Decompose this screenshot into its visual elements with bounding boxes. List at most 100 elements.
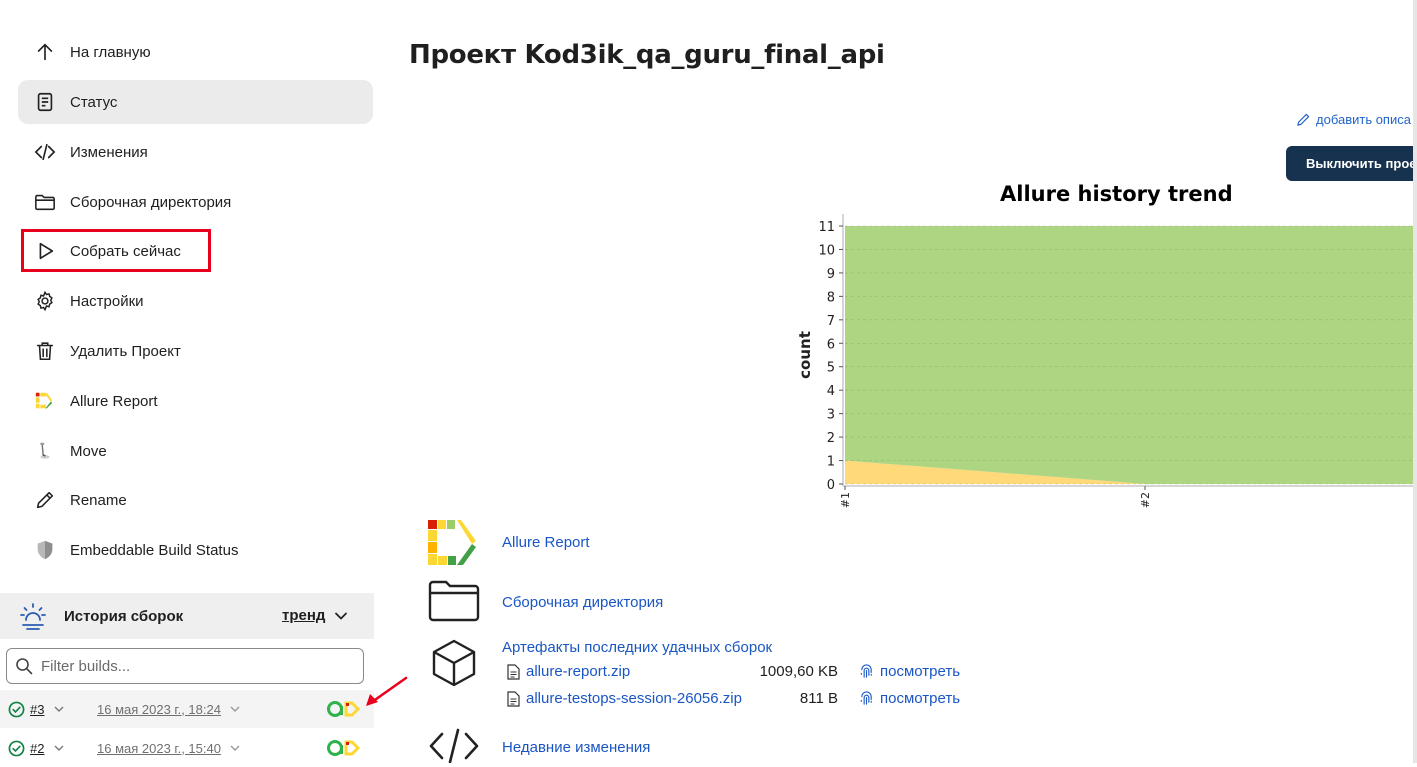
y-tick-label: 10	[818, 243, 835, 258]
trash-icon	[32, 339, 58, 363]
allure-badge-icon[interactable]	[326, 739, 362, 757]
sidebar-item-workspace[interactable]: Сборочная директория	[18, 180, 373, 224]
gear-icon	[32, 289, 58, 313]
artifact-view-label: посмотреть	[880, 690, 961, 707]
sidebar-item-move[interactable]: Move	[18, 429, 373, 473]
artifact-size: 1009,60 KB	[759, 663, 838, 680]
y-tick-label: 8	[827, 290, 835, 305]
y-tick-label: 3	[827, 408, 835, 423]
y-axis-label: count	[796, 331, 814, 379]
sidebar-item-settings[interactable]: Настройки	[18, 279, 373, 323]
chart-title: Allure history trend	[1000, 182, 1233, 206]
y-tick-label: 6	[827, 337, 835, 352]
y-tick-label: 1	[827, 455, 835, 470]
pencil-icon	[1297, 113, 1310, 126]
allure-logo-icon	[32, 389, 58, 413]
sidebar-item-label: Статус	[70, 93, 118, 111]
y-tick-label: 7	[827, 314, 835, 329]
sidebar-item-label: На главную	[70, 43, 151, 61]
chevron-down-icon[interactable]	[229, 742, 241, 754]
x-tick-label: #2	[1139, 492, 1152, 508]
success-check-icon	[8, 701, 25, 717]
sidebar-item-label: Сборочная директория	[70, 193, 232, 211]
trend-link[interactable]: тренд	[282, 607, 325, 624]
arrow-up-icon	[32, 40, 58, 64]
fingerprint-icon	[860, 664, 872, 678]
sidebar-item-home[interactable]: На главную	[18, 30, 373, 74]
file-icon	[507, 663, 520, 680]
sidebar-item-embeddable-status[interactable]: Embeddable Build Status	[18, 528, 373, 572]
sidebar-item-label: Allure Report	[70, 392, 158, 410]
sidebar-item-rename[interactable]: Rename	[18, 478, 373, 522]
page-title: Проект Kod3ik_qa_guru_final_api	[409, 40, 885, 70]
folder-icon	[428, 580, 480, 622]
scrollbar[interactable]	[1413, 0, 1417, 763]
artifact-view-link[interactable]: посмотреть	[859, 663, 960, 680]
disable-project-button[interactable]: Выключить прое	[1286, 146, 1417, 181]
recent-changes-link[interactable]: Недавние изменения	[502, 739, 650, 756]
y-tick-label: 5	[827, 361, 835, 376]
chevron-down-icon[interactable]	[229, 703, 241, 715]
folder-icon	[32, 190, 58, 214]
build-number-link[interactable]: #3	[30, 702, 44, 717]
artifact-view-label: посмотреть	[880, 663, 961, 680]
fingerprint-icon	[860, 691, 872, 705]
sidebar-item-changes[interactable]: Изменения	[18, 130, 373, 174]
search-icon	[16, 658, 33, 675]
sidebar-item-label: Собрать сейчас	[70, 242, 181, 260]
workspace-link[interactable]: Сборочная директория	[502, 594, 663, 611]
success-check-icon	[8, 740, 25, 756]
filter-builds-field[interactable]	[6, 648, 364, 684]
code-icon	[32, 140, 58, 164]
move-icon	[32, 439, 58, 463]
play-icon	[32, 239, 58, 263]
code-icon	[429, 728, 479, 763]
sidebar-item-delete[interactable]: Удалить Проект	[18, 329, 373, 373]
build-row[interactable]: #3 16 мая 2023 г., 18:24	[0, 690, 374, 728]
add-description-label: добавить описа	[1316, 112, 1411, 127]
allure-logo-icon	[428, 520, 476, 565]
build-row[interactable]: #2 16 мая 2023 г., 15:40	[0, 729, 374, 767]
sidebar-item-label: Move	[70, 442, 107, 460]
y-tick-label: 4	[827, 384, 835, 399]
artifact-view-link[interactable]: посмотреть	[859, 690, 960, 707]
sidebar-item-label: Embeddable Build Status	[70, 541, 239, 559]
sidebar-item-status[interactable]: Статус	[18, 80, 373, 124]
build-history-header: История сборок тренд	[0, 593, 374, 639]
artifacts-title-link[interactable]: Артефакты последних удачных сборок	[502, 639, 772, 656]
chevron-down-icon[interactable]	[53, 742, 65, 754]
build-number-link[interactable]: #2	[30, 741, 44, 756]
artifact-name-link[interactable]: allure-report.zip	[526, 663, 630, 680]
chevron-down-icon[interactable]	[53, 703, 65, 715]
allure-report-link[interactable]: Allure Report	[502, 534, 590, 551]
artifact-name-link[interactable]: allure-testops-session-26056.zip	[526, 690, 742, 707]
y-tick-label: 9	[827, 267, 835, 282]
build-date-link[interactable]: 16 мая 2023 г., 18:24	[97, 702, 221, 717]
y-tick-label: 0	[827, 478, 835, 493]
sidebar-item-label: Изменения	[70, 143, 148, 161]
red-arrow-annotation-icon	[366, 676, 408, 706]
filter-builds-input[interactable]	[39, 656, 343, 676]
sidebar-item-label: Rename	[70, 491, 127, 509]
shield-icon	[32, 538, 58, 562]
artifact-row[interactable]: allure-report.zip	[507, 663, 630, 680]
pencil-icon	[32, 488, 58, 512]
series-area-1	[845, 226, 1413, 484]
chevron-down-icon[interactable]	[334, 609, 348, 623]
artifact-size: 811 B	[799, 690, 838, 707]
add-description-link[interactable]: добавить описа	[1296, 112, 1411, 127]
sidebar-item-build-now[interactable]: Собрать сейчас	[18, 229, 373, 273]
sidebar-item-allure-report[interactable]: Allure Report	[18, 379, 373, 423]
sidebar-item-label: Удалить Проект	[70, 342, 181, 360]
weather-sunny-icon	[20, 603, 46, 630]
y-tick-label: 11	[818, 220, 835, 235]
package-icon	[432, 639, 476, 687]
allure-badge-icon[interactable]	[326, 700, 362, 718]
allure-trend-chart[interactable]: 0 1 2 3 4 5 6 7 8 9 10 11 #1 #2 count	[790, 205, 1413, 515]
x-tick-label: #1	[839, 492, 852, 508]
build-date-link[interactable]: 16 мая 2023 г., 15:40	[97, 741, 221, 756]
file-icon	[507, 690, 520, 707]
sidebar-item-label: Настройки	[70, 292, 144, 310]
build-history-title: История сборок	[64, 607, 184, 625]
artifact-row[interactable]: allure-testops-session-26056.zip	[507, 690, 742, 707]
